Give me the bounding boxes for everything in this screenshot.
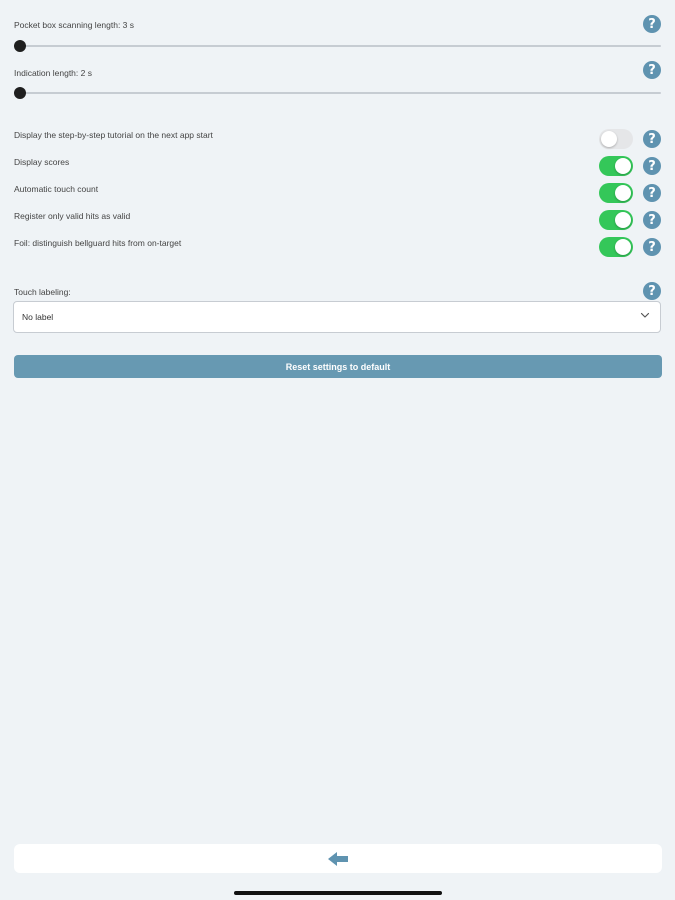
foil-bellguard-toggle[interactable] (599, 237, 633, 257)
bottom-nav-bar (14, 844, 662, 873)
scanning-length-slider-track[interactable] (20, 45, 661, 47)
toggle-knob (615, 212, 631, 228)
home-indicator (234, 891, 442, 895)
scanning-length-label: Pocket box scanning length: 3 s (14, 20, 135, 30)
help-icon[interactable]: ? (643, 15, 661, 33)
toggle-knob (615, 239, 631, 255)
back-arrow-icon[interactable] (326, 850, 350, 868)
display-scores-label: Display scores (14, 157, 70, 167)
scanning-length-slider-thumb[interactable] (14, 40, 26, 52)
touch-labeling-select[interactable]: No label (13, 301, 661, 333)
help-icon[interactable]: ? (643, 238, 661, 256)
valid-hits-label: Register only valid hits as valid (14, 211, 131, 221)
indication-length-label: Indication length: 2 s (14, 68, 92, 78)
help-icon[interactable]: ? (643, 184, 661, 202)
help-icon[interactable]: ? (643, 157, 661, 175)
valid-hits-toggle[interactable] (599, 210, 633, 230)
display-scores-toggle[interactable] (599, 156, 633, 176)
help-icon[interactable]: ? (643, 282, 661, 300)
tutorial-toggle-label: Display the step-by-step tutorial on the… (14, 130, 213, 140)
indication-length-slider-thumb[interactable] (14, 87, 26, 99)
help-icon[interactable]: ? (643, 211, 661, 229)
toggle-knob (615, 158, 631, 174)
toggle-knob (615, 185, 631, 201)
toggle-knob (601, 131, 617, 147)
chevron-down-icon (640, 312, 650, 318)
help-icon[interactable]: ? (643, 61, 661, 79)
reset-settings-button[interactable]: Reset settings to default (14, 355, 662, 378)
touch-labeling-value: No label (22, 312, 54, 322)
foil-bellguard-label: Foil: distinguish bellguard hits from on… (14, 238, 182, 248)
touch-labeling-label: Touch labeling: (14, 287, 71, 297)
help-icon[interactable]: ? (643, 130, 661, 148)
tutorial-toggle[interactable] (599, 129, 633, 149)
automatic-touch-count-label: Automatic touch count (14, 184, 99, 194)
automatic-touch-count-toggle[interactable] (599, 183, 633, 203)
indication-length-slider-track[interactable] (20, 92, 661, 94)
